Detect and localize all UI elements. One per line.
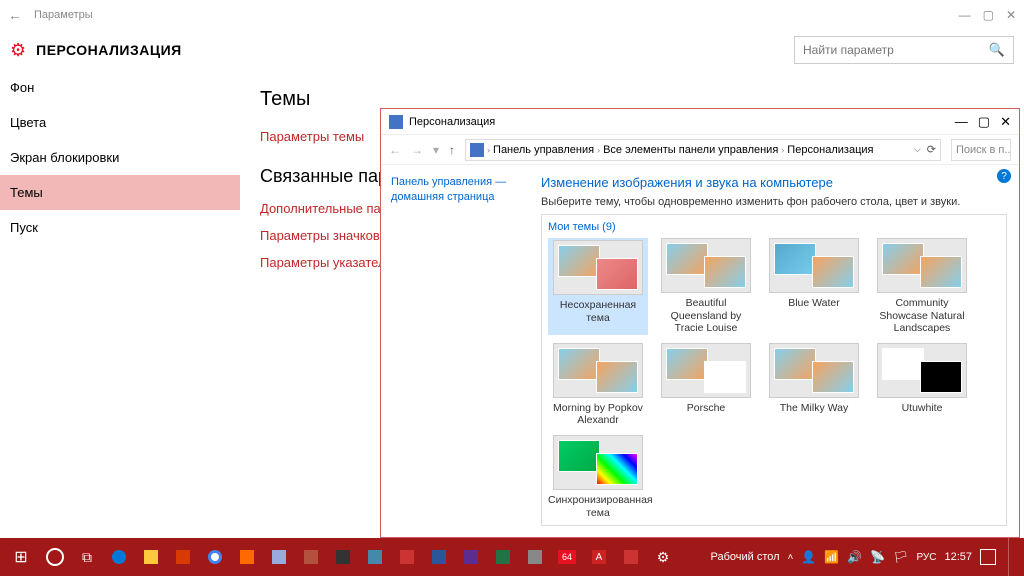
action-center-icon[interactable]: [980, 549, 996, 565]
language-indicator[interactable]: РУС: [916, 552, 936, 563]
start-button[interactable]: ⊞: [4, 542, 38, 572]
search-icon[interactable]: 🔍: [989, 42, 1005, 58]
theme-item[interactable]: Community Showcase Natural Landscapes: [872, 238, 972, 335]
theme-item[interactable]: Utuwhite: [872, 343, 972, 427]
nav-up-icon[interactable]: ↑: [449, 143, 455, 157]
theme-item[interactable]: Blue Water: [764, 238, 864, 335]
cp-minimize-icon[interactable]: —: [955, 114, 968, 130]
volume-icon[interactable]: 🔊: [847, 550, 862, 564]
show-desktop-label[interactable]: Рабочий стол: [710, 551, 779, 563]
help-icon[interactable]: ?: [997, 169, 1011, 183]
refresh-icon[interactable]: ⟳: [927, 143, 936, 156]
clock[interactable]: 12:57: [944, 551, 972, 563]
tray-expand-icon[interactable]: ˄: [788, 552, 794, 563]
nav-forward-icon[interactable]: →: [411, 143, 423, 157]
cp-maximize-icon[interactable]: ▢: [978, 114, 990, 130]
minimize-icon[interactable]: —: [959, 8, 971, 22]
theme-thumbnail: [661, 238, 751, 293]
theme-item[interactable]: Несохраненная тема: [548, 238, 648, 335]
theme-thumbnail: [877, 238, 967, 293]
gear-icon: ⚙: [10, 40, 26, 61]
breadcrumb-item[interactable]: Все элементы панели управления: [603, 144, 778, 156]
theme-item[interactable]: Porsche: [656, 343, 756, 427]
control-panel-window: Персонализация — ▢ ✕ ← → ▾ ↑ › Панель уп…: [380, 108, 1020, 538]
back-icon[interactable]: ←: [8, 7, 22, 23]
excel-icon[interactable]: [488, 542, 518, 572]
window-titlebar: ← Параметры — ▢ ✕: [0, 0, 1024, 30]
flag-icon[interactable]: 🏳: [893, 550, 908, 564]
maximize-icon[interactable]: ▢: [983, 8, 994, 22]
breadcrumb-icon: [470, 143, 484, 157]
cp-app-icon: [389, 115, 403, 129]
cp-search[interactable]: Поиск в п...: [951, 139, 1011, 161]
show-desktop-button[interactable]: [1008, 538, 1014, 576]
breadcrumb[interactable]: › Панель управления › Все элементы панел…: [465, 139, 941, 161]
cp-heading: Изменение изображения и звука на компьют…: [541, 175, 1007, 190]
breadcrumb-item[interactable]: Персонализация: [787, 144, 873, 156]
search-input[interactable]: [803, 43, 989, 57]
app-icon[interactable]: [360, 542, 390, 572]
edge-icon[interactable]: [104, 542, 134, 572]
app-icon[interactable]: 64: [552, 542, 582, 572]
cp-navbar: ← → ▾ ↑ › Панель управления › Все элемен…: [381, 135, 1019, 165]
network-icon[interactable]: 📶: [824, 550, 839, 564]
theme-item[interactable]: The Milky Way: [764, 343, 864, 427]
notepad-icon[interactable]: [264, 542, 294, 572]
window-controls: — ▢ ✕: [959, 8, 1016, 22]
cp-title: Персонализация: [409, 116, 495, 128]
app-icon[interactable]: [392, 542, 422, 572]
theme-thumbnail: [769, 343, 859, 398]
nav-back-icon[interactable]: ←: [389, 143, 401, 157]
app-icon[interactable]: [520, 542, 550, 572]
breadcrumb-item[interactable]: Панель управления: [493, 144, 594, 156]
nav-history-icon[interactable]: ▾: [433, 143, 439, 157]
cp-titlebar: Персонализация — ▢ ✕: [381, 109, 1019, 135]
firefox-icon[interactable]: [232, 542, 262, 572]
cortana-icon[interactable]: [46, 548, 64, 566]
theme-thumbnail: [769, 238, 859, 293]
themes-group-label: Мои темы (9): [548, 221, 1000, 233]
file-explorer-icon[interactable]: [136, 542, 166, 572]
close-icon[interactable]: ✕: [1006, 8, 1016, 22]
theme-thumbnail: [553, 240, 643, 295]
theme-item[interactable]: Beautiful Queensland by Tracie Louise: [656, 238, 756, 335]
window-title: Параметры: [34, 9, 93, 21]
cp-sidebar: Панель управления — домашняя страница: [381, 165, 529, 537]
sidebar-item-background[interactable]: Фон: [0, 70, 240, 105]
themes-grid: Несохраненная тема Beautiful Queensland …: [548, 238, 1000, 519]
sidebar-item-colors[interactable]: Цвета: [0, 105, 240, 140]
theme-item[interactable]: Синхронизированная тема: [548, 435, 648, 519]
taskbar: ⊞ ⧉ 64 A ⚙ Рабочий стол ˄ 👤 📶 🔊 📡 🏳 РУС …: [0, 538, 1024, 576]
theme-thumbnail: [553, 343, 643, 398]
app-icon[interactable]: A: [584, 542, 614, 572]
page-header: ⚙ ПЕРСОНАЛИЗАЦИЯ 🔍: [0, 30, 1024, 70]
visual-studio-icon[interactable]: [456, 542, 486, 572]
theme-thumbnail: [877, 343, 967, 398]
search-box[interactable]: 🔍: [794, 36, 1014, 64]
cp-home-link[interactable]: Панель управления — домашняя страница: [391, 175, 519, 206]
cp-main: ? Изменение изображения и звука на компь…: [529, 165, 1019, 537]
store-icon[interactable]: [168, 542, 198, 572]
theme-thumbnail: [661, 343, 751, 398]
settings-icon[interactable]: ⚙: [648, 542, 678, 572]
app-icon[interactable]: [616, 542, 646, 572]
theme-thumbnail: [553, 435, 643, 490]
theme-item[interactable]: Morning by Popkov Alexandr: [548, 343, 648, 427]
sidebar-item-start[interactable]: Пуск: [0, 210, 240, 245]
people-icon[interactable]: 👤: [801, 550, 816, 564]
wifi-icon[interactable]: 📡: [870, 550, 885, 564]
page-title: ПЕРСОНАЛИЗАЦИЯ: [36, 42, 182, 58]
sidebar: Фон Цвета Экран блокировки Темы Пуск: [0, 70, 240, 531]
sidebar-item-themes[interactable]: Темы: [0, 175, 240, 210]
chrome-icon[interactable]: [200, 542, 230, 572]
task-view-icon[interactable]: ⧉: [72, 542, 102, 572]
cp-subtext: Выберите тему, чтобы одновременно измени…: [541, 196, 1007, 208]
app-icon[interactable]: [296, 542, 326, 572]
breadcrumb-dropdown-icon[interactable]: ⌵: [914, 144, 921, 155]
word-icon[interactable]: [424, 542, 454, 572]
sidebar-item-lockscreen[interactable]: Экран блокировки: [0, 140, 240, 175]
app-icon[interactable]: [328, 542, 358, 572]
system-tray: Рабочий стол ˄ 👤 📶 🔊 📡 🏳 РУС 12:57: [710, 538, 1020, 576]
cp-close-icon[interactable]: ✕: [1000, 114, 1011, 130]
